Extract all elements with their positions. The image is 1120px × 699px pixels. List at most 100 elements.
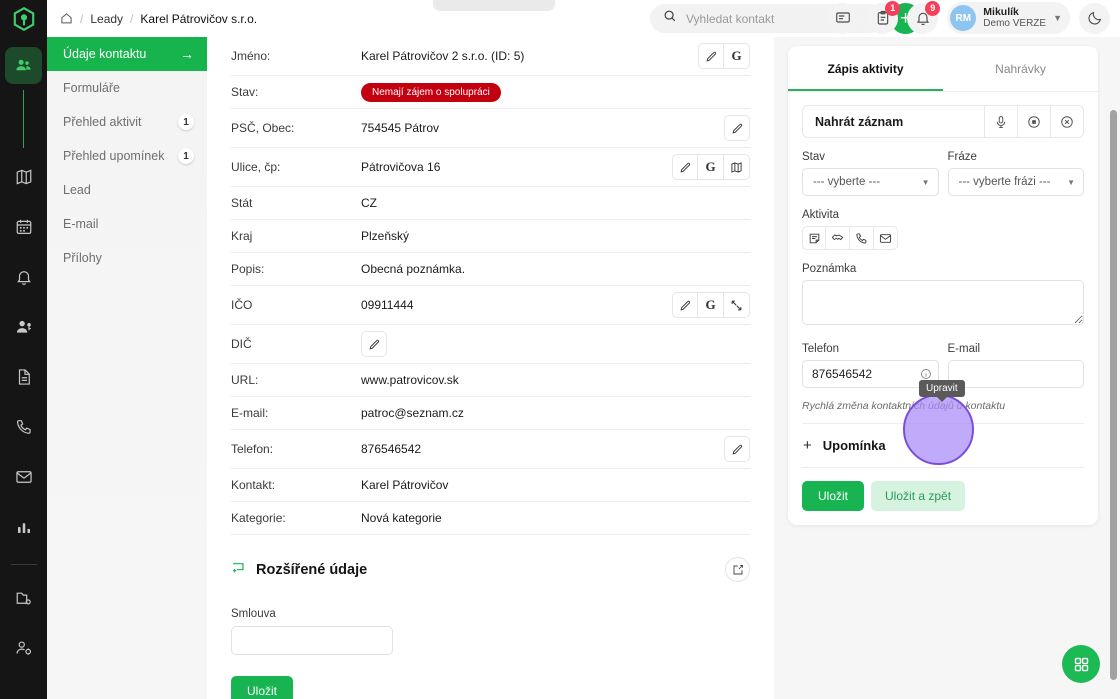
stop-icon[interactable] — [1017, 106, 1050, 137]
contact-detail-pane: Jméno: Karel Pátrovičov 2 s.r.o. (ID: 5)… — [207, 37, 774, 699]
telefon-field: Telefon — [802, 330, 939, 388]
field-label: Jméno: — [231, 49, 271, 63]
save-extended-button[interactable]: Uložit — [231, 676, 294, 699]
save-activity-button[interactable]: Uložit — [802, 481, 865, 511]
breadcrumb-separator: / — [80, 11, 84, 26]
smlouva-input[interactable] — [231, 626, 393, 655]
rail-item-chart-icon[interactable] — [5, 508, 42, 545]
microphone-icon[interactable] — [984, 106, 1017, 137]
sidebar-item-prehled-upominek[interactable]: Přehled upomínek 1 — [47, 139, 207, 173]
user-name: Mikulík — [983, 5, 1019, 18]
field-actions — [724, 115, 750, 141]
ares-icon[interactable] — [724, 292, 750, 318]
field-row-ulice: Ulice, čp: Pátrovičova 16 G — [231, 148, 750, 187]
sidebar-item-lead[interactable]: Lead — [47, 173, 207, 207]
activity-buttons: Uložit Uložit a zpět — [802, 481, 1084, 511]
top-actions: 1 9 RM Mikulík Demo VERZE ▼ — [827, 0, 1110, 34]
field-actions: G — [672, 292, 750, 318]
state-select[interactable]: --- vyberte --- ▼ — [802, 168, 939, 196]
field-actions: G — [672, 154, 750, 180]
google-icon[interactable]: G — [724, 43, 750, 69]
tab-zapis-aktivity[interactable]: Zápis aktivity — [788, 46, 943, 91]
sidebar-item-udaje-kontaktu[interactable]: Údaje kontaktu → — [47, 37, 207, 71]
edit-icon[interactable] — [724, 115, 750, 141]
google-icon[interactable]: G — [698, 154, 724, 180]
field-row-dic: DIČ — [231, 325, 750, 364]
phone-icon[interactable] — [850, 226, 874, 250]
map-icon[interactable] — [724, 154, 750, 180]
sidebar-item-badge: 1 — [178, 148, 194, 164]
rail-item-folder-settings-icon[interactable] — [5, 579, 42, 616]
field-value: CZ — [361, 196, 377, 210]
info-icon[interactable] — [920, 368, 932, 380]
field-value[interactable]: patroc@seznam.cz — [361, 406, 750, 420]
grid-icon-button[interactable] — [1062, 645, 1100, 683]
clipboard-icon-button[interactable]: 1 — [867, 0, 901, 34]
breadcrumb-item-leady[interactable]: Leady — [90, 12, 123, 26]
plus-icon: + — [803, 437, 812, 454]
rail-item-phone-icon[interactable] — [5, 408, 42, 445]
contact-quick-row: Telefon 876546542 E-mail — [802, 330, 1084, 388]
rail-item-bell-icon[interactable] — [5, 258, 42, 295]
google-icon[interactable]: G — [698, 292, 724, 318]
bell-badge: 9 — [925, 0, 941, 16]
edit-icon[interactable] — [724, 436, 750, 462]
field-row-url: URL: www.patrovicov.sk — [231, 364, 750, 397]
rail-item-map-icon[interactable] — [5, 158, 42, 195]
edit-icon[interactable] — [361, 331, 387, 357]
rail-item-user-settings-icon[interactable] — [5, 629, 42, 666]
app-logo-icon[interactable] — [0, 0, 47, 37]
activity-tabs: Zápis aktivity Nahrávky — [788, 46, 1098, 92]
sidebar-item-prilohy[interactable]: Přílohy — [47, 241, 207, 275]
rail-item-user-key-icon[interactable] — [5, 308, 42, 345]
chevron-down-icon: ▼ — [1067, 177, 1075, 187]
rail-item-document-icon[interactable] — [5, 358, 42, 395]
home-icon[interactable] — [60, 12, 73, 25]
edit-icon[interactable] — [672, 292, 698, 318]
breadcrumb-item-current[interactable]: Karel Pátrovičov s.r.o. — [140, 12, 257, 26]
rail-active-indicator — [23, 90, 24, 148]
telefon-input[interactable] — [802, 360, 939, 388]
handshake-icon[interactable] — [826, 226, 850, 250]
field-value[interactable]: www.patrovicov.sk — [361, 373, 750, 387]
user-menu[interactable]: RM Mikulík Demo VERZE ▼ — [947, 2, 1070, 34]
field-label: DIČ — [231, 337, 252, 351]
field-value: Obecná poznámka. — [361, 262, 466, 276]
sidebar-item-formulare[interactable]: Formuláře — [47, 71, 207, 105]
field-row-stav: Stav: Nemají zájem o spolupráci — [231, 76, 750, 109]
sidebar-item-email[interactable]: E-mail — [47, 207, 207, 241]
rail-item-contacts-icon[interactable] — [5, 47, 42, 84]
activity-card: Zápis aktivity Nahrávky Nahrát záznam St… — [788, 46, 1098, 525]
note-icon[interactable] — [802, 226, 826, 250]
save-and-back-button[interactable]: Uložit a zpět — [871, 481, 966, 511]
field-value: 876546542 — [361, 442, 422, 456]
top-bar: / Leady / Karel Pátrovičov s.r.o. + — [47, 0, 1120, 37]
edit-square-icon[interactable] — [725, 557, 750, 582]
phrase-select[interactable]: --- vyberte frázi --- ▼ — [947, 168, 1084, 196]
cancel-icon[interactable] — [1050, 106, 1083, 137]
edit-icon[interactable] — [672, 154, 698, 180]
sidebar-item-badge: 1 — [178, 114, 194, 130]
bell-icon-button[interactable]: 9 — [907, 0, 941, 34]
field-actions: G — [698, 43, 750, 69]
page-scrollbar[interactable] — [1110, 110, 1117, 680]
extended-data-section: Rozšířené údaje Smlouva Uložit — [207, 535, 774, 699]
app-root: Údaje kontaktu → Formuláře Přehled aktiv… — [0, 0, 1120, 699]
rail-item-mail-icon[interactable] — [5, 458, 42, 495]
state-value: --- vyberte --- — [813, 176, 881, 188]
chat-icon-button[interactable] — [827, 2, 859, 34]
rail-item-calendar-icon[interactable] — [5, 208, 42, 245]
field-row-telefon: Telefon: 876546542 — [231, 430, 750, 469]
sidebar-item-label: E-mail — [63, 217, 99, 231]
tab-nahravky[interactable]: Nahrávky — [943, 46, 1098, 91]
field-row-email: E-mail: patroc@seznam.cz — [231, 397, 750, 430]
email-input[interactable] — [947, 360, 1084, 388]
moon-icon-button[interactable] — [1079, 2, 1110, 34]
poznamka-textarea[interactable] — [802, 280, 1084, 325]
sidebar-item-prehled-aktivit[interactable]: Přehled aktivit 1 — [47, 105, 207, 139]
mail-icon[interactable] — [874, 226, 898, 250]
field-row-kontakt: Kontakt: Karel Pátrovičov — [231, 469, 750, 502]
edit-icon[interactable] — [698, 43, 724, 69]
chevron-down-icon: ▼ — [1053, 13, 1062, 23]
add-reminder-row[interactable]: + Upomínka — [802, 424, 1084, 468]
